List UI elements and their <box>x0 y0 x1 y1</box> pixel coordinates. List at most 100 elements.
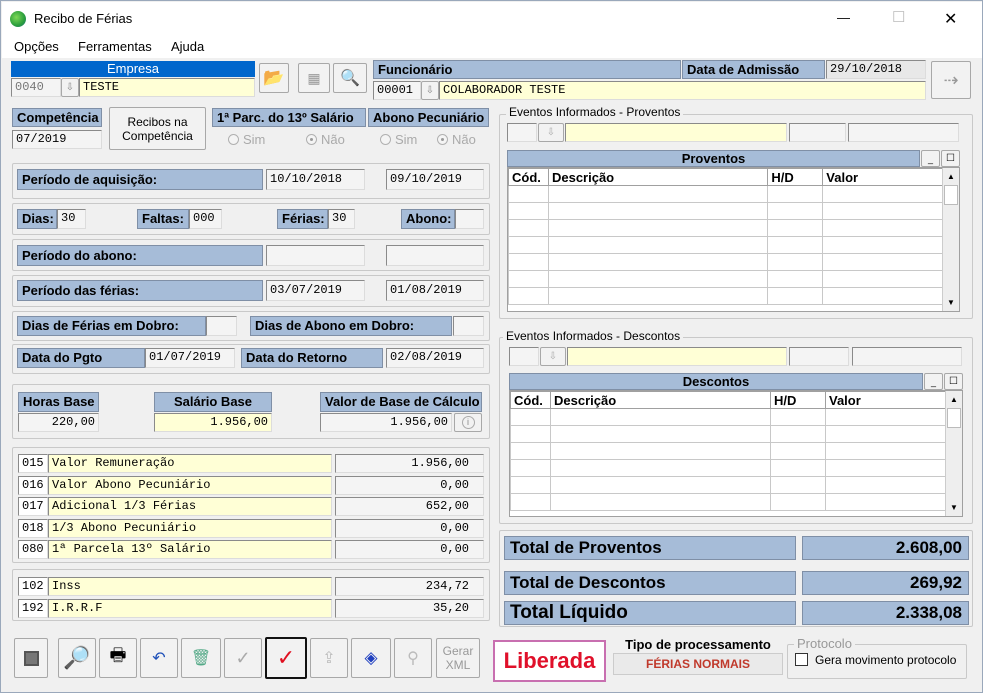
maximize-button[interactable]: ☐ <box>892 8 905 26</box>
funcionario-name-field[interactable]: COLABORADOR TESTE <box>439 81 926 100</box>
prov-grid-max-button[interactable]: ☐ <box>941 150 960 167</box>
grid-col-header[interactable]: Cód. <box>508 168 549 186</box>
search-button[interactable]: 🔎 <box>58 638 96 678</box>
eventos-prov-code-field[interactable] <box>507 123 537 142</box>
transfer-button[interactable]: ⇪ <box>310 638 348 678</box>
calculator-button[interactable]: ▦ <box>298 63 330 93</box>
salario-base-field[interactable]: 1.956,00 <box>154 413 272 432</box>
protocolo-checkbox[interactable] <box>795 653 808 666</box>
ferias-dobro-field[interactable] <box>206 316 237 336</box>
eventos-prov-valor-field[interactable] <box>848 123 959 142</box>
funcionario-lookup-button[interactable]: ⇩ <box>421 81 439 100</box>
grid-cell[interactable] <box>508 287 549 305</box>
empresa-code-field[interactable]: 0040 <box>11 78 61 97</box>
retorno-date-field[interactable]: 02/08/2019 <box>386 348 484 368</box>
grid-cell[interactable] <box>550 425 771 443</box>
grid-cell[interactable] <box>770 493 826 511</box>
grid-cell[interactable] <box>822 270 943 288</box>
pgto-date-field[interactable]: 01/07/2019 <box>145 348 235 368</box>
table-row[interactable] <box>510 408 946 426</box>
aquisicao-end-field[interactable]: 09/10/2019 <box>386 169 484 190</box>
ferias-start-field[interactable]: 03/07/2019 <box>266 280 365 301</box>
grid-cell[interactable] <box>767 219 824 237</box>
grid-cell[interactable] <box>510 493 551 511</box>
grid-cell[interactable] <box>767 236 824 254</box>
minimize-button[interactable]: — <box>837 10 850 25</box>
print-button[interactable]: 🖶 <box>99 638 137 678</box>
grid-cell[interactable] <box>510 476 551 494</box>
parc13-radio-sim[interactable]: Sim <box>228 132 265 147</box>
grid-cell[interactable] <box>822 236 943 254</box>
eventos-desc-valor-field[interactable] <box>852 347 962 366</box>
grid-cell[interactable] <box>510 408 551 426</box>
save-button[interactable] <box>14 638 48 678</box>
grid-cell[interactable] <box>767 270 824 288</box>
grid-cell[interactable] <box>825 476 946 494</box>
eventos-desc-lookup-button[interactable]: ⇩ <box>540 347 566 366</box>
grid-cell[interactable] <box>547 287 769 305</box>
grid-cell[interactable] <box>770 408 826 426</box>
abono-dobro-field[interactable] <box>453 316 484 336</box>
grid-cell[interactable] <box>825 442 946 460</box>
horas-base-field[interactable]: 220,00 <box>18 413 99 432</box>
table-row[interactable] <box>508 185 943 203</box>
abono-start-field[interactable] <box>266 245 365 266</box>
ferias-end-field[interactable]: 01/08/2019 <box>386 280 484 301</box>
grid-cell[interactable] <box>510 459 551 477</box>
grid-cell[interactable] <box>822 253 943 271</box>
grid-col-header[interactable]: Descrição <box>550 391 771 409</box>
grid-cell[interactable] <box>767 202 824 220</box>
grid-cell[interactable] <box>770 425 826 443</box>
ferias-field[interactable]: 30 <box>328 209 355 229</box>
confirm-button[interactable]: ✓ <box>224 638 262 678</box>
table-row[interactable] <box>510 459 946 477</box>
gerar-xml-button[interactable]: Gerar XML <box>436 638 480 678</box>
grid-col-header[interactable]: Cód. <box>510 391 551 409</box>
prov-scrollbar[interactable]: ▲ ▼ <box>942 168 959 311</box>
grid-cell[interactable] <box>822 185 943 203</box>
grid-col-header[interactable]: Valor <box>825 391 946 409</box>
empresa-name-field[interactable]: TESTE <box>79 78 255 97</box>
grid-cell[interactable] <box>510 425 551 443</box>
scroll-down-icon[interactable]: ▼ <box>943 294 959 311</box>
export-button[interactable]: ⇢ <box>931 61 971 99</box>
grid-cell[interactable] <box>770 459 826 477</box>
grid-cell[interactable] <box>767 185 824 203</box>
search-doc-button[interactable]: 🔍 <box>333 63 367 93</box>
close-button[interactable]: ✕ <box>944 9 957 29</box>
dias-field[interactable]: 30 <box>57 209 86 229</box>
eventos-prov-lookup-button[interactable]: ⇩ <box>538 123 564 142</box>
approve-button[interactable]: ✓ <box>265 637 307 679</box>
table-row[interactable] <box>510 425 946 443</box>
undo-button[interactable]: ↶ <box>140 638 178 678</box>
delete-button[interactable]: 🗑 <box>181 638 221 678</box>
scroll-thumb[interactable] <box>947 408 961 428</box>
grid-col-header[interactable]: Descrição <box>547 168 769 186</box>
scroll-thumb[interactable] <box>944 185 958 205</box>
grid-cell[interactable] <box>508 270 549 288</box>
grid-cell[interactable] <box>510 442 551 460</box>
table-row[interactable] <box>508 253 943 271</box>
grid-cell[interactable] <box>547 219 769 237</box>
desc-scrollbar[interactable]: ▲ ▼ <box>945 391 962 516</box>
navigate-button[interactable]: ◈ <box>351 638 391 678</box>
funcionario-code-field[interactable]: 00001 <box>373 81 421 100</box>
table-row[interactable] <box>510 476 946 494</box>
abono-end-field[interactable] <box>386 245 484 266</box>
grid-cell[interactable] <box>547 270 769 288</box>
aquisicao-start-field[interactable]: 10/10/2018 <box>266 169 365 190</box>
menu-ferramentas[interactable]: Ferramentas <box>78 39 152 54</box>
table-row[interactable] <box>510 442 946 460</box>
prov-grid-min-button[interactable]: _ <box>921 150 940 167</box>
table-row[interactable] <box>508 287 943 305</box>
grid-cell[interactable] <box>547 253 769 271</box>
parc13-radio-nao[interactable]: Não <box>306 132 345 147</box>
grid-cell[interactable] <box>825 459 946 477</box>
grid-cell[interactable] <box>822 219 943 237</box>
empresa-lookup-button[interactable]: ⇩ <box>61 78 79 97</box>
eventos-prov-desc-field[interactable] <box>565 123 787 142</box>
grid-cell[interactable] <box>822 287 943 305</box>
scroll-up-icon[interactable]: ▲ <box>946 391 962 408</box>
grid-cell[interactable] <box>770 476 826 494</box>
scroll-down-icon[interactable]: ▼ <box>946 499 962 516</box>
